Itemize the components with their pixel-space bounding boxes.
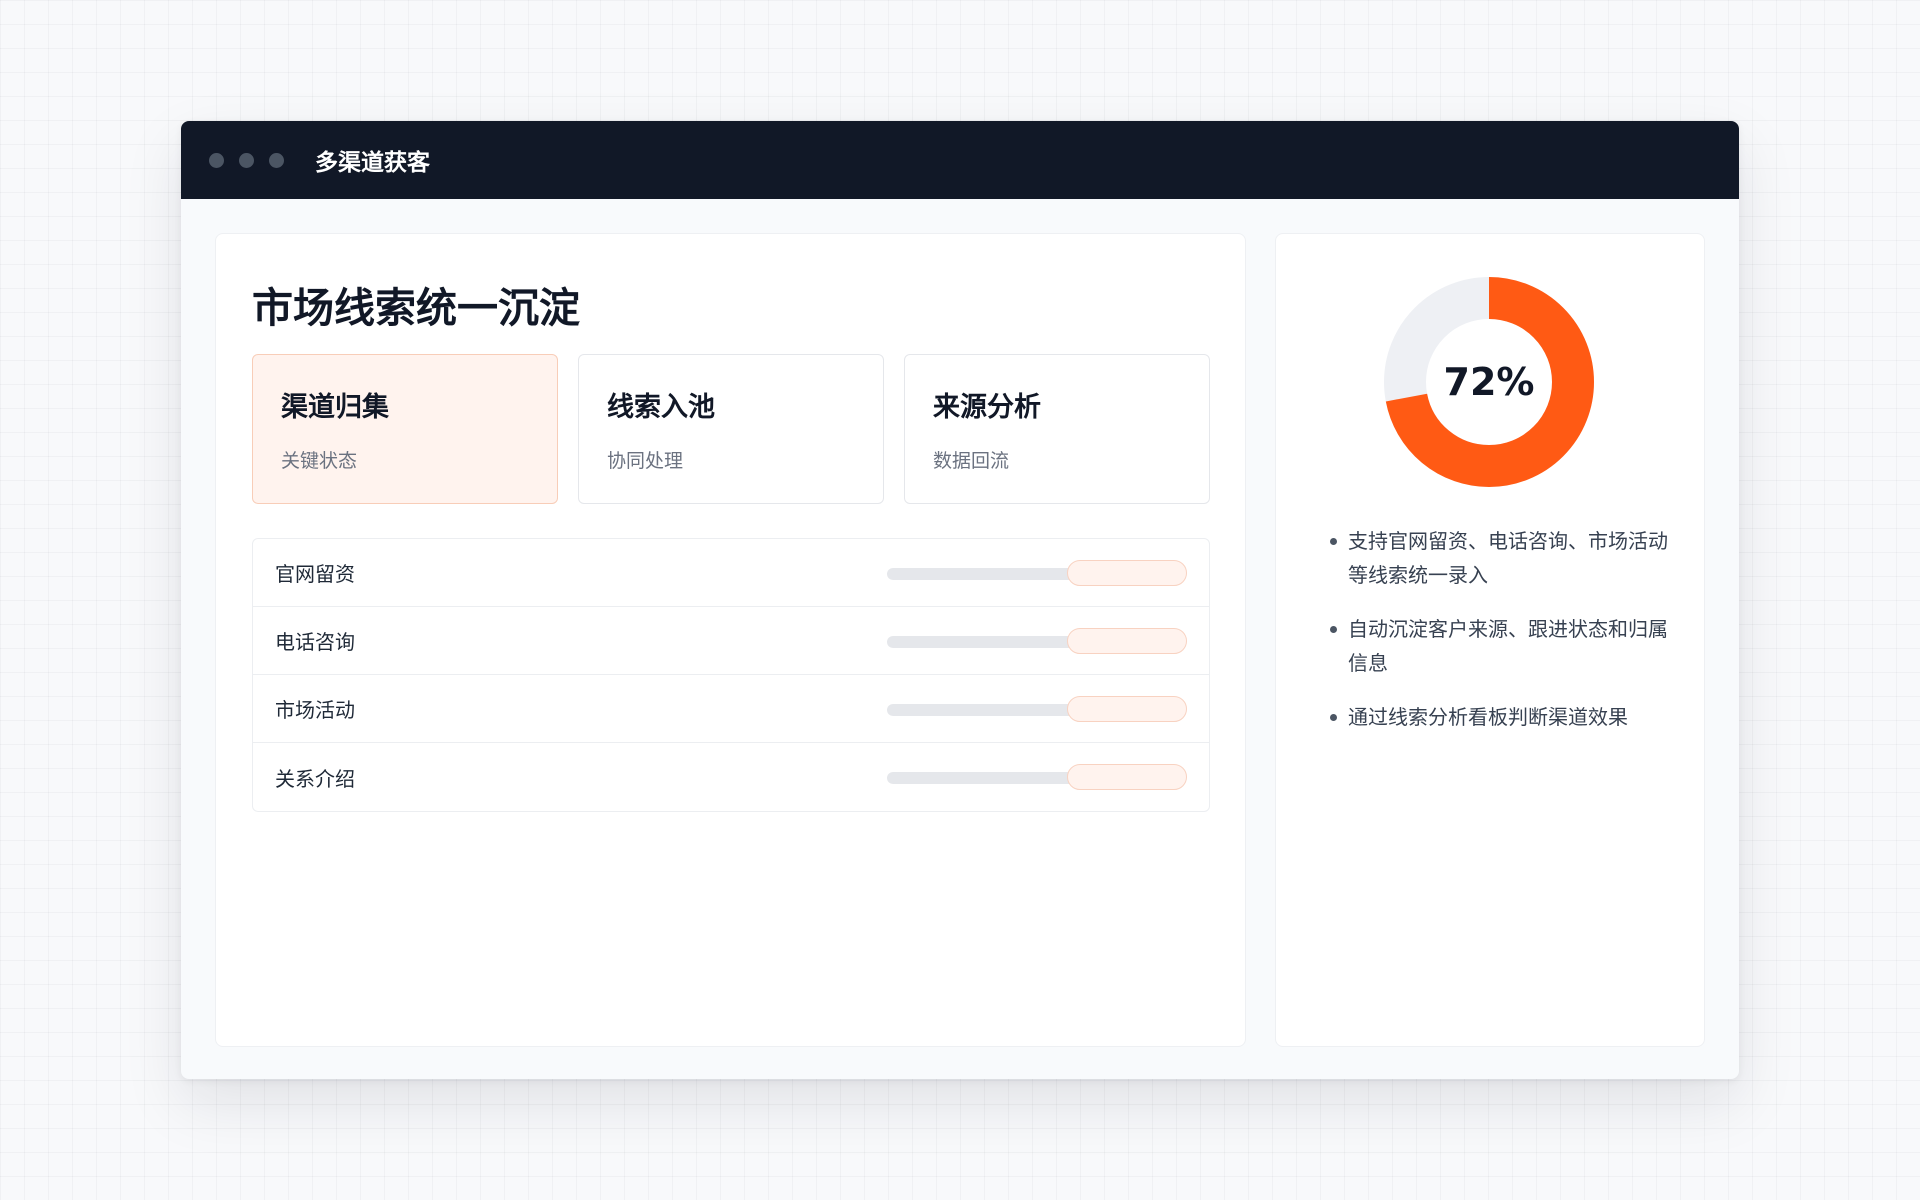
channel-label: 官网留资: [275, 562, 355, 586]
bullet-item: 支持官网留资、电话咨询、市场活动等线索统一录入: [1330, 524, 1670, 592]
tile-lead-pool[interactable]: 线索入池 协同处理: [578, 354, 884, 504]
channel-bar: [887, 559, 1187, 586]
list-item[interactable]: 电话咨询: [253, 607, 1209, 675]
bullet-item: 自动沉淀客户来源、跟进状态和归属信息: [1330, 612, 1670, 680]
channel-label: 电话咨询: [275, 630, 355, 654]
bar-track: [887, 567, 1077, 580]
tile-subtitle: 关键状态: [281, 450, 358, 472]
bar-pill: [1067, 627, 1187, 654]
side-panel: 72% 支持官网留资、电话咨询、市场活动等线索统一录入 自动沉淀客户来源、跟进状…: [1275, 233, 1705, 1047]
tile-title: 线索入池: [607, 392, 715, 423]
list-item[interactable]: 市场活动: [253, 675, 1209, 743]
list-item[interactable]: 官网留资: [253, 539, 1209, 607]
channel-label: 关系介绍: [275, 766, 355, 791]
main-panel: 市场线索统一沉淀 渠道归集 关键状态 线索入池 协同处理 来源分析 数据回流 官…: [215, 233, 1246, 1047]
list-item[interactable]: 关系介绍: [253, 743, 1209, 811]
tile-subtitle: 协同处理: [607, 450, 684, 472]
channel-list: 官网留资 电话咨询 市场活动 关系介绍: [252, 538, 1210, 812]
channel-bar: [887, 764, 1187, 790]
bar-track: [887, 703, 1077, 716]
feature-tiles: 渠道归集 关键状态 线索入池 协同处理 来源分析 数据回流: [252, 354, 1210, 504]
bar-track: [887, 635, 1077, 648]
window-maximize-dot[interactable]: [269, 152, 284, 168]
channel-bar: [887, 695, 1187, 722]
bar-pill: [1067, 764, 1187, 790]
tile-subtitle: 数据回流: [933, 450, 1010, 472]
feature-bullet-list: 支持官网留资、电话咨询、市场活动等线索统一录入 自动沉淀客户来源、跟进状态和归属…: [1330, 524, 1670, 754]
window-close-dot[interactable]: [209, 152, 224, 168]
bar-track: [887, 772, 1077, 784]
bar-pill: [1067, 559, 1187, 586]
progress-donut: 72%: [1383, 276, 1595, 488]
tile-channel-collect[interactable]: 渠道归集 关键状态: [252, 354, 558, 504]
app-title: 多渠道获客: [315, 150, 430, 176]
tile-title: 渠道归集: [281, 392, 389, 423]
title-bar: 多渠道获客: [181, 121, 1739, 199]
tile-source-analysis[interactable]: 来源分析 数据回流: [904, 354, 1210, 504]
app-window: 多渠道获客 市场线索统一沉淀 渠道归集 关键状态 线索入池 协同处理 来源分析 …: [181, 121, 1739, 1079]
donut-percent-label: 72%: [1443, 360, 1535, 404]
channel-bar: [887, 627, 1187, 654]
tile-title: 来源分析: [933, 392, 1041, 423]
page-title: 市场线索统一沉淀: [252, 284, 580, 332]
channel-label: 市场活动: [275, 698, 355, 722]
bar-pill: [1067, 695, 1187, 722]
window-minimize-dot[interactable]: [239, 152, 254, 168]
bullet-item: 通过线索分析看板判断渠道效果: [1330, 700, 1670, 734]
